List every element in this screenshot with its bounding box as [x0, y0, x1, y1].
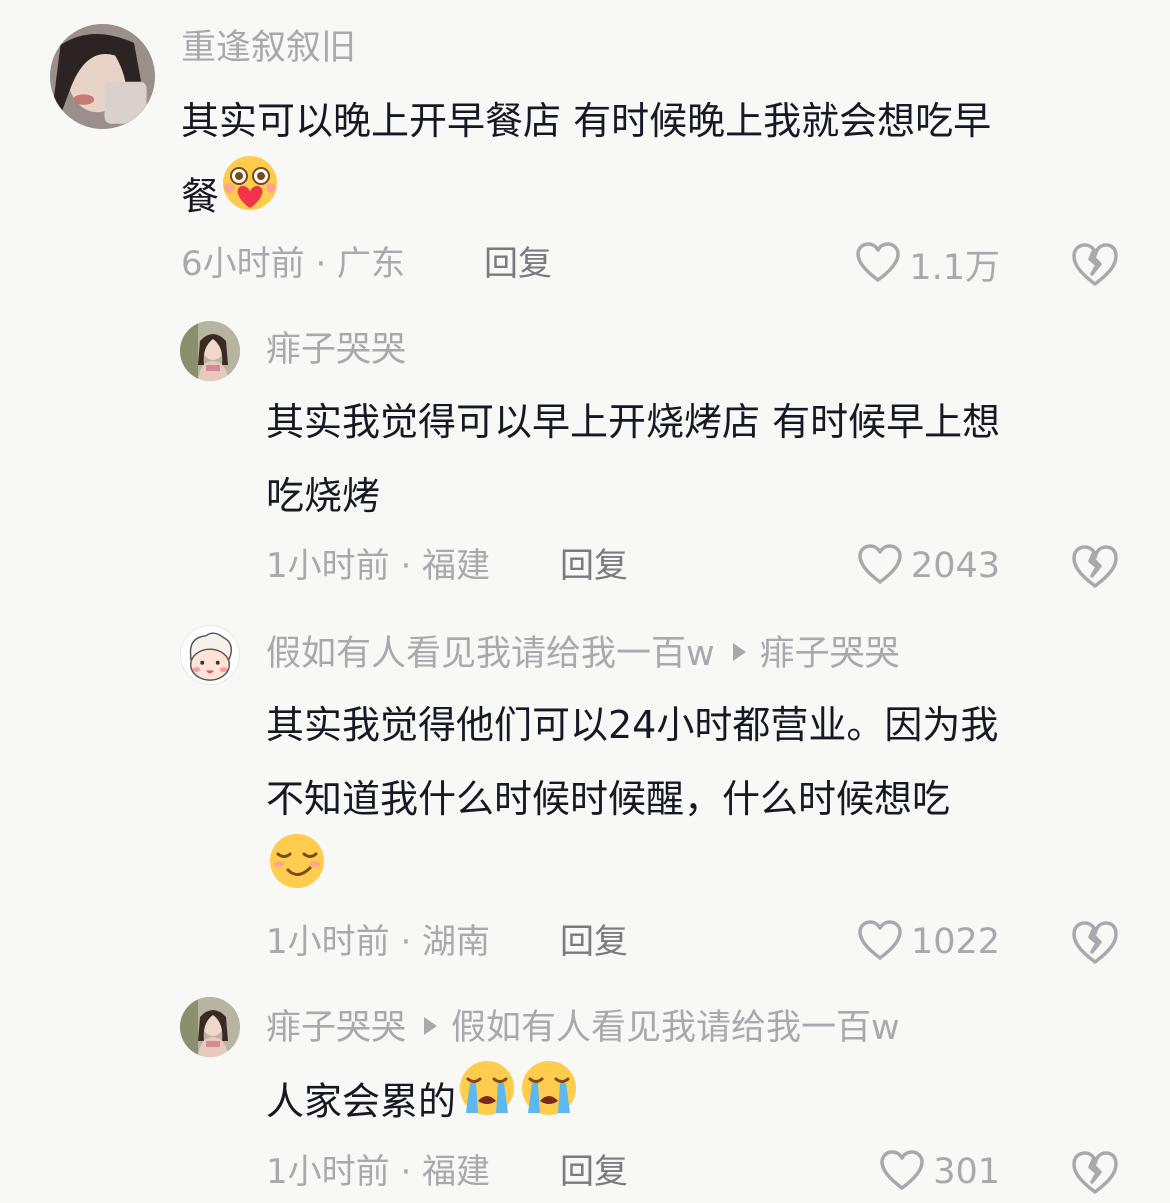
avatar[interactable]	[180, 321, 240, 381]
username-with-reply-target: 假如有人看见我请给我一百w 痱子哭哭	[266, 634, 900, 674]
heart-outline-icon	[857, 919, 903, 965]
comment-text-line: 餐	[181, 156, 1141, 240]
username[interactable]: 痱子哭哭	[266, 1008, 406, 1048]
username[interactable]: 假如有人看见我请给我一百w	[266, 634, 715, 674]
comment-text: 其实我觉得他们可以24小时都营业。因为我 不知道我什么时候时候醒，什么时候想吃	[266, 688, 1146, 918]
username[interactable]: 痱子哭哭	[266, 330, 406, 370]
broken-heart-icon[interactable]	[1070, 1147, 1120, 1197]
like-button[interactable]: 1022	[840, 917, 1000, 967]
reply-button[interactable]: 回复	[484, 244, 552, 284]
timestamp-location: 1小时前 · 福建	[266, 546, 491, 586]
username-with-reply-target: 痱子哭哭 假如有人看见我请给我一百w	[266, 1008, 900, 1048]
comment-text: 人家会累的	[266, 1061, 1146, 1145]
reply-button[interactable]: 回复	[560, 922, 628, 962]
comment-text-line: 其实可以晚上开早餐店 有时候晚上我就会想吃早	[181, 99, 992, 143]
crying-emoji	[518, 1059, 580, 1141]
comment-text: 其实可以晚上开早餐店 有时候晚上我就会想吃早 餐	[181, 84, 1141, 240]
comment-4: 痱子哭哭 假如有人看见我请给我一百w 人家会累的 1小时前 · 福建 回复 30…	[0, 990, 1170, 1203]
like-count: 1.1万	[909, 247, 1000, 288]
like-button[interactable]: 1.1万	[840, 239, 1000, 289]
heart-outline-icon	[857, 543, 903, 589]
comment-2: 痱子哭哭 其实我觉得可以早上开烧烤店 有时候早上想 吃烧烤 1小时前 · 福建 …	[0, 300, 1170, 610]
like-count: 301	[933, 1152, 1000, 1192]
comment-text: 其实我觉得可以早上开烧烤店 有时候早上想 吃烧烤	[266, 385, 1146, 533]
like-button[interactable]: 301	[860, 1147, 1000, 1197]
avatar[interactable]	[50, 24, 155, 129]
heart-outline-icon	[879, 1149, 925, 1195]
reply-arrow-icon	[732, 643, 746, 661]
timestamp-location: 6小时前 · 广东	[181, 244, 406, 284]
comment-text-line: 其实我觉得他们可以24小时都营业。因为我	[266, 703, 999, 747]
comment-text-line: 其实我觉得可以早上开烧烤店 有时候早上想	[266, 400, 1001, 444]
comment-3: 假如有人看见我请给我一百w 痱子哭哭 其实我觉得他们可以24小时都营业。因为我 不…	[0, 610, 1170, 990]
crying-emoji	[456, 1059, 518, 1141]
reply-target-username[interactable]: 假如有人看见我请给我一百w	[451, 1008, 900, 1048]
smug-smile-emoji	[266, 832, 328, 914]
comment-1: 重逢叙叙旧 其实可以晚上开早餐店 有时候晚上我就会想吃早 餐 6小时前 · 广东…	[0, 0, 1170, 300]
like-count: 1022	[910, 922, 1000, 962]
comment-text-line: 吃烧烤	[266, 474, 381, 518]
reply-button[interactable]: 回复	[560, 546, 628, 586]
reply-button[interactable]: 回复	[560, 1152, 628, 1192]
comment-text-line	[266, 834, 1146, 918]
like-button[interactable]: 2043	[830, 541, 1000, 591]
broken-heart-icon[interactable]	[1070, 239, 1120, 289]
broken-heart-icon[interactable]	[1070, 917, 1120, 967]
heart-eyes-emoji	[219, 154, 281, 236]
like-count: 2043	[910, 546, 1000, 586]
username[interactable]: 重逢叙叙旧	[181, 28, 356, 68]
avatar[interactable]	[180, 625, 240, 685]
reply-target-username[interactable]: 痱子哭哭	[760, 634, 900, 674]
timestamp-location: 1小时前 · 福建	[266, 1152, 491, 1192]
heart-outline-icon	[855, 241, 901, 287]
timestamp-location: 1小时前 · 湖南	[266, 922, 491, 962]
broken-heart-icon[interactable]	[1070, 541, 1120, 591]
avatar[interactable]	[180, 997, 240, 1057]
comment-text-line: 不知道我什么时候时候醒，什么时候想吃	[266, 777, 951, 821]
reply-arrow-icon	[424, 1017, 438, 1035]
comment-text-line: 人家会累的	[266, 1061, 1146, 1145]
